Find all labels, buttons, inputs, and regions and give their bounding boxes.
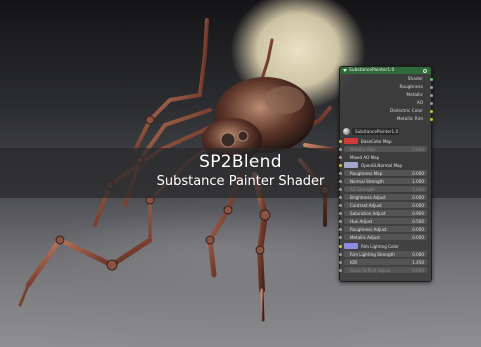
output-socket[interactable] <box>430 94 433 97</box>
input-socket[interactable] <box>339 260 342 264</box>
output-label: AO <box>416 101 423 106</box>
input-socket[interactable] <box>339 203 342 207</box>
input-socket[interactable] <box>339 244 342 248</box>
normal-map-input[interactable]: OpenGLNormal Map <box>339 162 427 168</box>
input-socket[interactable] <box>339 227 342 231</box>
node-group-value: SubstancePainter1.0 <box>355 129 399 135</box>
node-group-icon[interactable] <box>423 68 427 73</box>
preview-render: SP2Blend Substance Painter Shader Substa… <box>0 0 481 347</box>
input-label: Roughness Map <box>350 170 383 176</box>
input-label: Hue Adjust <box>350 218 373 224</box>
input-value: 0.000 <box>412 194 424 200</box>
output-ao[interactable]: AO <box>340 100 433 107</box>
input-socket[interactable] <box>339 268 342 272</box>
input-value: 1.000 <box>412 186 424 192</box>
input-label: Mixed AO Map <box>350 154 380 160</box>
input-socket[interactable] <box>339 187 342 191</box>
input-glass-reflect-adjust[interactable]: Glass Reflect Adjust 0.000 <box>339 267 427 273</box>
basecolor-swatch[interactable] <box>344 138 358 144</box>
input-metallic-adjust[interactable]: Metallic Adjust 0.000 <box>339 234 427 240</box>
output-socket[interactable] <box>430 86 433 89</box>
input-label: Glass Reflect Adjust <box>350 267 391 273</box>
input-roughness-map[interactable]: Roughness Map 0.000 <box>339 170 427 176</box>
input-socket[interactable] <box>339 252 342 256</box>
input-label: Brightness Adjust <box>350 194 386 200</box>
input-label: OpenGLNormal Map <box>361 162 403 168</box>
normal-swatch[interactable] <box>344 162 358 168</box>
rim-lighting-color-input[interactable]: Rim Lighting Color <box>339 243 427 249</box>
output-dielectric-color[interactable]: Dielectric Color <box>340 108 433 115</box>
input-saturation-adjust[interactable]: Saturation Adjust 0.900 <box>339 210 427 216</box>
input-roughness-adjust[interactable]: Roughness Adjust 0.000 <box>339 226 427 232</box>
output-label: Shader <box>407 77 423 82</box>
node-title: SubstancePainter1.0 <box>349 68 395 74</box>
material-sphere-icon <box>343 128 350 135</box>
input-mixed-ao-map[interactable]: Mixed AO Map <box>339 154 427 160</box>
input-value: 0.000 <box>412 267 424 273</box>
input-label: AO Strength <box>350 186 375 192</box>
node-header[interactable]: SubstancePainter1.0 <box>340 67 431 74</box>
input-socket[interactable] <box>339 155 342 159</box>
input-value: 0.000 <box>412 226 424 232</box>
output-socket[interactable] <box>430 102 433 105</box>
input-value: 0.000 <box>412 202 424 208</box>
output-label: Roughness <box>399 85 423 90</box>
input-value: 0.000 <box>412 146 424 152</box>
output-socket[interactable] <box>430 78 433 81</box>
input-label: Normal Strength <box>350 178 384 184</box>
input-label: Saturation Adjust <box>350 210 386 216</box>
input-label: Metallic Map <box>350 146 376 152</box>
input-contrast-adjust[interactable]: Contrast Adjust 0.000 <box>339 202 427 208</box>
input-ior[interactable]: IOR 1.450 <box>339 259 427 265</box>
input-value: 1.450 <box>412 259 424 265</box>
input-normal-strength[interactable]: Normal Strength 1.000 <box>339 178 427 184</box>
input-socket[interactable] <box>339 179 342 183</box>
node-group-dropdown[interactable]: SubstancePainter1.0 <box>352 128 399 135</box>
input-brightness-adjust[interactable]: Brightness Adjust 0.000 <box>339 194 427 200</box>
input-label: Rim Lighting Color <box>361 243 399 249</box>
input-value: 0.500 <box>412 218 424 224</box>
input-socket[interactable] <box>339 235 342 239</box>
collapse-arrow-icon[interactable] <box>343 68 347 72</box>
shader-node-panel[interactable]: SubstancePainter1.0 Shader Roughness Met… <box>339 66 433 282</box>
node-group-selector[interactable]: SubstancePainter1.0 <box>343 128 428 135</box>
input-socket[interactable] <box>339 139 342 143</box>
input-value: 0.000 <box>412 234 424 240</box>
input-hue-adjust[interactable]: Hue Adjust 0.500 <box>339 218 427 224</box>
input-label: BaseColor Map <box>361 138 392 144</box>
input-metallic-map[interactable]: Metallic Map 0.000 <box>339 146 427 152</box>
input-socket[interactable] <box>339 219 342 223</box>
rim-color-swatch[interactable] <box>344 243 358 249</box>
output-metallic[interactable]: Metallic <box>340 92 433 99</box>
input-label: Metallic Adjust <box>350 234 380 240</box>
output-shader[interactable]: Shader <box>340 76 433 83</box>
input-value: 0.000 <box>412 170 424 176</box>
input-ao-strength[interactable]: AO Strength 1.000 <box>339 186 427 192</box>
input-label: Roughness Adjust <box>350 226 387 232</box>
output-socket[interactable] <box>430 110 433 113</box>
output-socket[interactable] <box>430 118 433 121</box>
input-socket[interactable] <box>339 171 342 175</box>
input-label: Contrast Adjust <box>350 202 382 208</box>
input-label: Rim Lighting Strength <box>350 251 395 257</box>
output-label: Metallic Rim <box>396 117 423 122</box>
input-label: IOR <box>350 259 358 265</box>
output-metallic-rim[interactable]: Metallic Rim <box>340 116 433 123</box>
basecolor-map-input[interactable]: BaseColor Map <box>339 138 427 144</box>
input-rim-lighting-strength[interactable]: Rim Lighting Strength 0.000 <box>339 251 427 257</box>
input-socket[interactable] <box>339 195 342 199</box>
input-value: 0.900 <box>412 210 424 216</box>
output-label: Metallic <box>406 93 423 98</box>
input-socket[interactable] <box>339 211 342 215</box>
output-label: Dielectric Color <box>390 109 423 114</box>
input-value: 1.000 <box>412 178 424 184</box>
input-socket[interactable] <box>339 163 342 167</box>
input-socket[interactable] <box>339 147 342 151</box>
input-value: 0.000 <box>412 251 424 257</box>
output-roughness[interactable]: Roughness <box>340 84 433 91</box>
